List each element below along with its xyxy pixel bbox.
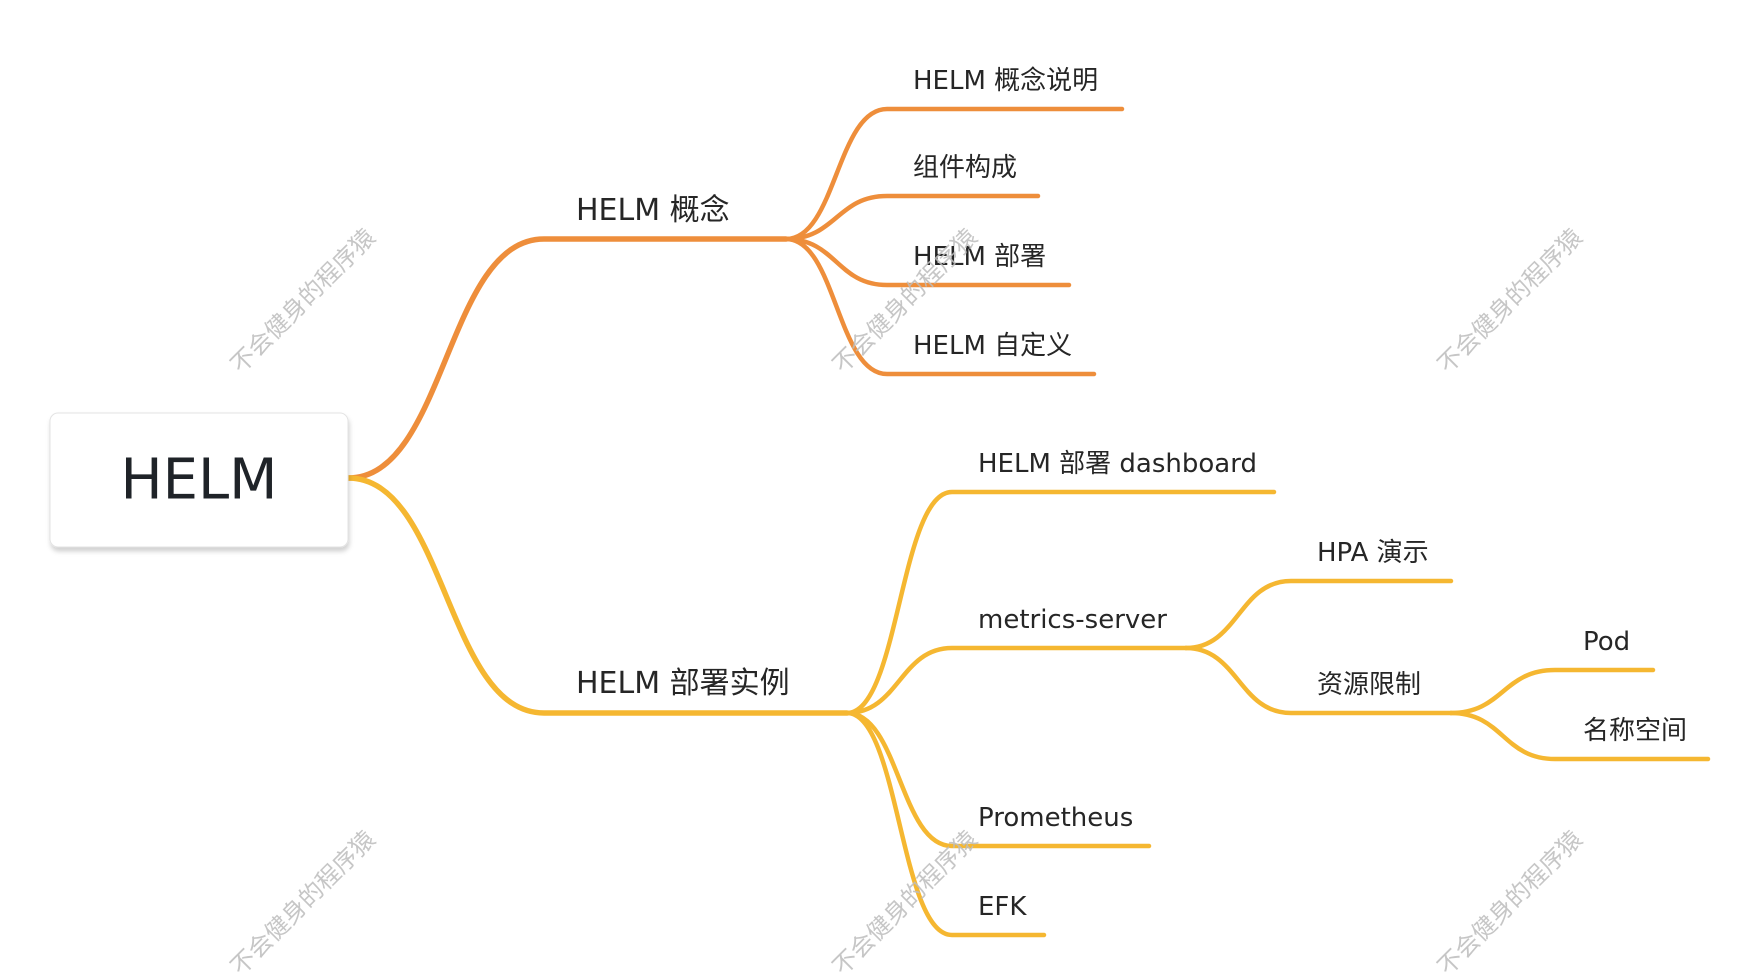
subtopic-metrics-server: metrics-server HPA 演示 资源限制 Pod 名称空间: [844, 538, 1711, 762]
connector-metrics-server: [844, 645, 1189, 716]
subtopic-prometheus: Prometheus: [844, 710, 1152, 849]
topic-metrics-server: metrics-server: [978, 605, 1167, 635]
subtopic-hpa-demo: HPA 演示: [1183, 538, 1454, 651]
watermark-text: 不会健身的程序猿: [225, 223, 381, 379]
topic-helm-deploy-dashboard: HELM 部署 dashboard: [978, 449, 1257, 479]
subtopic-helm-deploy-dashboard: HELM 部署 dashboard: [844, 449, 1277, 716]
connector-pod: [1448, 667, 1656, 716]
topic-hpa-demo: HPA 演示: [1317, 538, 1429, 568]
subtopic-resource-limits: 资源限制 Pod 名称空间: [1183, 627, 1711, 762]
connector-hpa-demo: [1183, 578, 1454, 651]
subtopic-pod: Pod: [1448, 627, 1656, 716]
branch-helm-deploy-examples: HELM 部署实例 HELM 部署 dashboard metrics-serv…: [345, 449, 1711, 938]
connector-helm-deploy-dashboard: [844, 489, 1277, 716]
topic-helm-concept-description: HELM 概念说明: [913, 66, 1098, 96]
topic-helm-custom: HELM 自定义: [913, 331, 1072, 361]
root-topic-label: HELM: [120, 448, 277, 513]
topic-resource-limits: 资源限制: [1317, 670, 1421, 700]
topic-pod: Pod: [1583, 627, 1630, 657]
branch-helm-concept: HELM 概念 HELM 概念说明 组件构成 HELM 部署 HELM 自定义: [345, 66, 1125, 481]
topic-helm-deploy-examples: HELM 部署实例: [576, 666, 790, 701]
watermark-text: 不会健身的程序猿: [1432, 825, 1588, 980]
watermark-text: 不会健身的程序猿: [225, 825, 381, 980]
watermark-text: 不会健身的程序猿: [1432, 223, 1588, 379]
topic-helm-concept: HELM 概念: [576, 193, 730, 228]
topic-prometheus: Prometheus: [978, 803, 1133, 833]
topic-efk: EFK: [978, 892, 1027, 922]
subtopic-components: 组件构成: [783, 153, 1041, 242]
topic-namespace: 名称空间: [1583, 716, 1687, 746]
root-topic: HELM: [49, 412, 349, 548]
watermarks: 不会健身的程序猿 不会健身的程序猿 不会健身的程序猿 不会健身的程序猿 不会健身…: [225, 223, 1588, 980]
topic-components: 组件构成: [913, 153, 1017, 183]
mindmap-canvas: HELM 概念 HELM 概念说明 组件构成 HELM 部署 HELM 自定义 …: [49, 66, 1711, 980]
connector-root-to-helm-concept: [345, 236, 789, 481]
subtopic-namespace: 名称空间: [1448, 710, 1711, 762]
